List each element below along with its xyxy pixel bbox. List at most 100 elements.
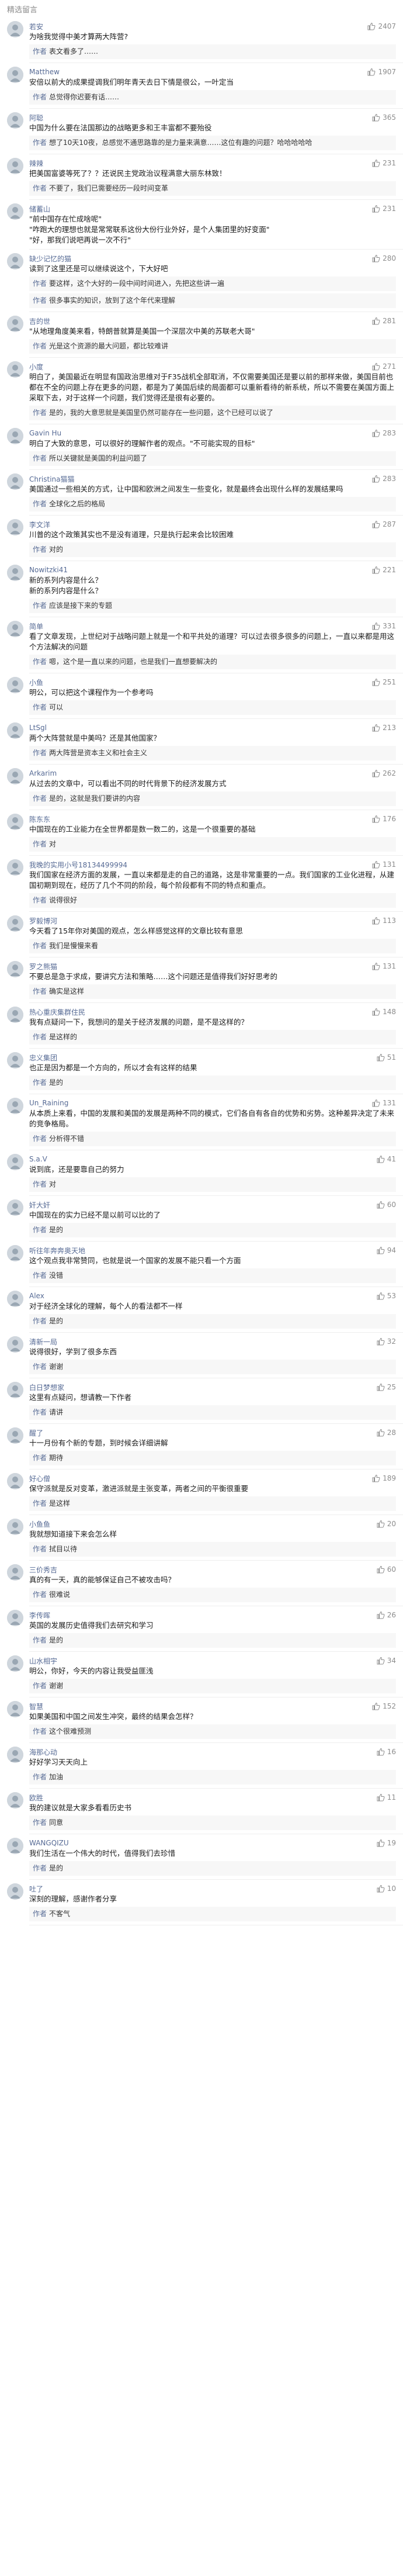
avatar[interactable] <box>7 621 23 637</box>
avatar[interactable] <box>7 565 23 581</box>
like-button[interactable]: 287 <box>372 520 396 528</box>
like-button[interactable]: 60 <box>377 1201 396 1209</box>
like-button[interactable]: 251 <box>372 678 396 686</box>
like-button[interactable]: 25 <box>377 1383 396 1391</box>
commenter-name[interactable]: 阿聪 <box>29 113 43 123</box>
like-button[interactable]: 280 <box>372 254 396 262</box>
like-button[interactable]: 231 <box>372 159 396 167</box>
commenter-name[interactable]: 若安 <box>29 22 43 32</box>
avatar[interactable] <box>7 961 23 977</box>
like-button[interactable]: 19 <box>377 1839 396 1847</box>
commenter-name[interactable]: 罗毅博河 <box>29 916 57 926</box>
like-button[interactable]: 262 <box>372 769 396 777</box>
commenter-name[interactable]: 醒了 <box>29 1428 43 1438</box>
like-button[interactable]: 26 <box>377 1611 396 1619</box>
avatar[interactable] <box>7 859 23 876</box>
like-button[interactable]: 283 <box>372 429 396 437</box>
commenter-name[interactable]: Nowitzki41 <box>29 566 68 574</box>
like-button[interactable]: 60 <box>377 1565 396 1574</box>
avatar[interactable] <box>7 1747 23 1763</box>
commenter-name[interactable]: Arkarim <box>29 769 57 777</box>
avatar[interactable] <box>7 361 23 378</box>
avatar[interactable] <box>7 814 23 830</box>
like-button[interactable]: 271 <box>372 362 396 371</box>
like-button[interactable]: 365 <box>372 113 396 122</box>
like-button[interactable]: 148 <box>372 1008 396 1016</box>
avatar[interactable] <box>7 1792 23 1809</box>
like-button[interactable]: 176 <box>372 815 396 823</box>
avatar[interactable] <box>7 519 23 535</box>
like-button[interactable]: 1907 <box>367 68 396 76</box>
like-button[interactable]: 221 <box>372 566 396 574</box>
avatar[interactable] <box>7 112 23 129</box>
avatar[interactable] <box>7 1838 23 1854</box>
commenter-name[interactable]: Matthew <box>29 68 60 76</box>
avatar[interactable] <box>7 1701 23 1717</box>
like-button[interactable]: 10 <box>377 1885 396 1893</box>
avatar[interactable] <box>7 1291 23 1307</box>
avatar[interactable] <box>7 67 23 83</box>
like-button[interactable]: 51 <box>377 1053 396 1061</box>
avatar[interactable] <box>7 768 23 784</box>
avatar[interactable] <box>7 316 23 332</box>
commenter-name[interactable]: 奸大奸 <box>29 1200 50 1210</box>
commenter-name[interactable]: 听往年奔奔奥天地 <box>29 1246 85 1256</box>
commenter-name[interactable]: 三价秀吉 <box>29 1565 57 1575</box>
like-button[interactable]: 113 <box>372 917 396 925</box>
commenter-name[interactable]: 储蓄山 <box>29 204 50 214</box>
commenter-name[interactable]: 辣辣 <box>29 158 43 168</box>
commenter-name[interactable]: 智慧 <box>29 1702 43 1711</box>
avatar[interactable] <box>7 1610 23 1626</box>
like-button[interactable]: 131 <box>372 1099 396 1107</box>
commenter-name[interactable]: 山水相宇 <box>29 1656 57 1666</box>
avatar[interactable] <box>7 1199 23 1216</box>
avatar[interactable] <box>7 158 23 174</box>
commenter-name[interactable]: 海那心动 <box>29 1747 57 1757</box>
commenter-name[interactable]: 缺少记忆的猫 <box>29 254 71 264</box>
commenter-name[interactable]: 我晚的实用小号18134499994 <box>29 860 127 870</box>
commenter-name[interactable]: 忠义集团 <box>29 1053 57 1063</box>
commenter-name[interactable]: 白日梦想家 <box>29 1382 64 1392</box>
avatar[interactable] <box>7 1154 23 1170</box>
commenter-name[interactable]: 小鱼 <box>29 677 43 687</box>
avatar[interactable] <box>7 677 23 693</box>
like-button[interactable]: 131 <box>372 860 396 869</box>
commenter-name[interactable]: Alex <box>29 1292 44 1300</box>
commenter-name[interactable]: LtSgl <box>29 724 47 732</box>
like-button[interactable]: 28 <box>377 1429 396 1437</box>
avatar[interactable] <box>7 722 23 739</box>
avatar[interactable] <box>7 1519 23 1535</box>
like-button[interactable]: 41 <box>377 1155 396 1163</box>
avatar[interactable] <box>7 1883 23 1900</box>
like-button[interactable]: 2407 <box>367 22 396 30</box>
commenter-name[interactable]: Gavin Hu <box>29 429 61 437</box>
like-button[interactable]: 331 <box>372 622 396 630</box>
avatar[interactable] <box>7 1564 23 1581</box>
like-button[interactable]: 213 <box>372 724 396 732</box>
commenter-name[interactable]: 李传晖 <box>29 1610 50 1620</box>
like-button[interactable]: 281 <box>372 317 396 325</box>
like-button[interactable]: 189 <box>372 1474 396 1482</box>
commenter-name[interactable]: 清新一局 <box>29 1337 57 1347</box>
avatar[interactable] <box>7 1427 23 1444</box>
commenter-name[interactable]: WANGQIZU <box>29 1839 69 1847</box>
commenter-name[interactable]: 小度 <box>29 362 43 372</box>
like-button[interactable]: 53 <box>377 1292 396 1300</box>
like-button[interactable]: 32 <box>377 1337 396 1346</box>
commenter-name[interactable]: 热心重庆集群住民 <box>29 1007 85 1017</box>
avatar[interactable] <box>7 1382 23 1398</box>
commenter-name[interactable]: 小鱼鱼 <box>29 1519 50 1529</box>
avatar[interactable] <box>7 473 23 490</box>
commenter-name[interactable]: 李文洋 <box>29 520 50 530</box>
like-button[interactable]: 131 <box>372 962 396 970</box>
commenter-name[interactable]: 简单 <box>29 621 43 631</box>
commenter-name[interactable]: 好心僧 <box>29 1474 50 1484</box>
commenter-name[interactable]: 吐了 <box>29 1884 43 1894</box>
like-button[interactable]: 11 <box>377 1793 396 1802</box>
avatar[interactable] <box>7 1098 23 1114</box>
avatar[interactable] <box>7 1655 23 1672</box>
like-button[interactable]: 283 <box>372 475 396 483</box>
commenter-name[interactable]: S.a.V <box>29 1155 47 1163</box>
commenter-name[interactable]: 吉的世 <box>29 316 50 326</box>
commenter-name[interactable]: 罗之熊猫 <box>29 962 57 971</box>
